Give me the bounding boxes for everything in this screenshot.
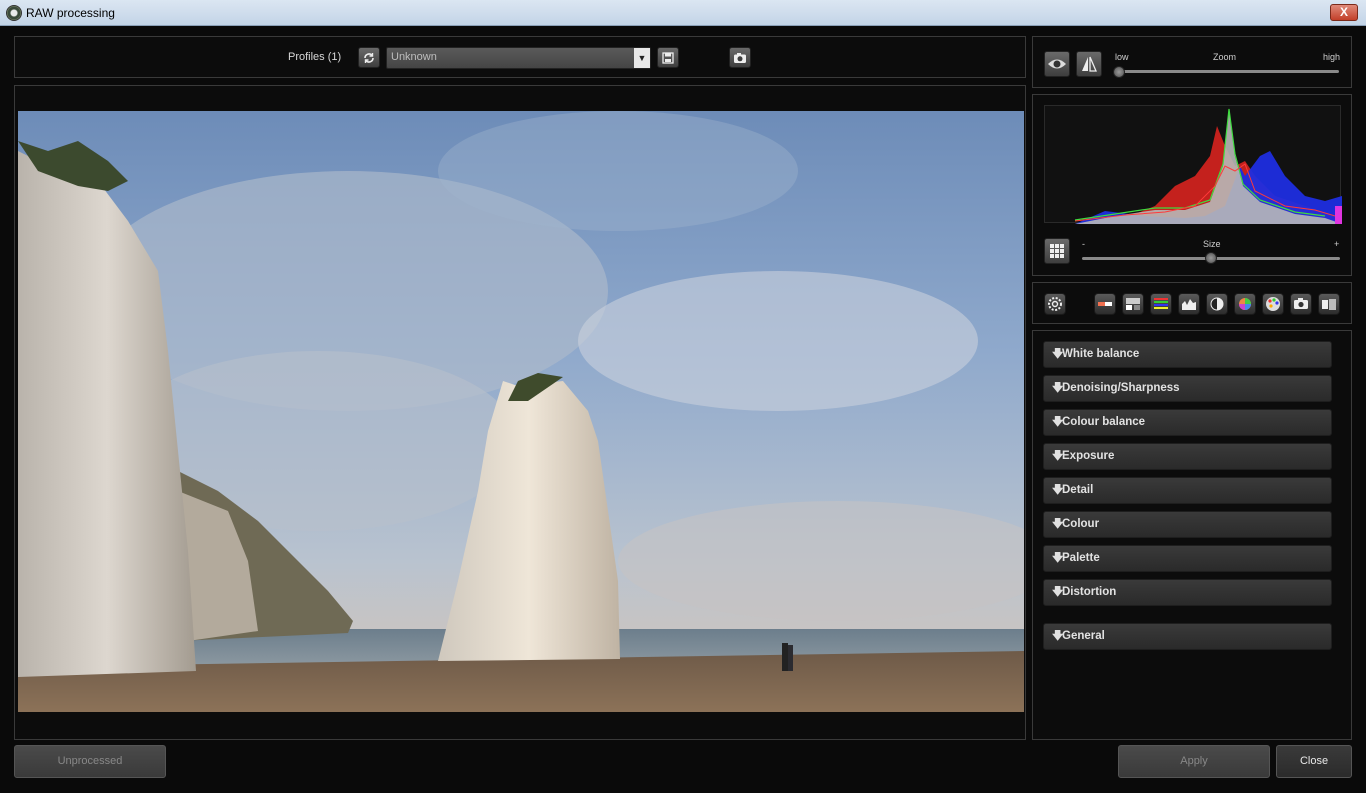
palette-icon [1266, 297, 1280, 311]
section-label: Palette [1062, 552, 1100, 564]
size-slider-knob[interactable] [1205, 252, 1217, 264]
section-distortion[interactable]: 🡇 Distortion [1043, 579, 1332, 606]
camera-icon [1294, 298, 1308, 309]
histogram-chart [1044, 105, 1343, 224]
contrast-icon [1210, 297, 1224, 311]
snapshot-button[interactable] [729, 47, 751, 68]
zoom-high-label: high [1323, 52, 1341, 62]
eye-icon [1048, 59, 1066, 69]
section-label: Detail [1062, 484, 1094, 496]
arrow-down-icon: 🡇 [1052, 484, 1064, 496]
save-profile-button[interactable] [657, 47, 679, 68]
adjustment-sections-panel: 🡇 White balance 🡇 Denoising/Sharpness 🡇 Col… [1032, 330, 1352, 740]
noise-tool-button[interactable] [1122, 293, 1144, 315]
histogram-icon [1182, 299, 1196, 310]
size-label: Size [1203, 239, 1221, 249]
profile-select-value: Unknown [391, 51, 437, 63]
histogram-tool-button[interactable] [1178, 293, 1200, 315]
preview-toggle-button[interactable] [1044, 51, 1070, 77]
chevron-down-icon[interactable]: ▼ [634, 48, 650, 68]
section-colour-balance[interactable]: 🡇 Colour balance [1043, 409, 1332, 436]
image-preview-panel [14, 85, 1026, 740]
noise-icon [1126, 298, 1140, 310]
zoom-slider-track[interactable] [1119, 70, 1339, 73]
gradient-tool-button[interactable] [1094, 293, 1116, 315]
section-label: Colour [1062, 518, 1100, 530]
lens-icon [1322, 299, 1336, 310]
title-bar: RAW processing X [0, 0, 1366, 26]
zoom-low-label: low [1115, 52, 1129, 62]
apply-button[interactable]: Apply [1118, 745, 1270, 778]
profiles-label: Profiles (1) [288, 51, 342, 63]
zoom-slider-knob[interactable] [1113, 66, 1125, 78]
section-label: Exposure [1062, 450, 1115, 462]
gradient-icon [1098, 302, 1112, 306]
arrow-down-icon: 🡇 [1052, 630, 1064, 642]
arrow-down-icon: 🡇 [1052, 348, 1064, 360]
contrast-tool-button[interactable] [1206, 293, 1228, 315]
close-button[interactable]: Close [1276, 745, 1352, 778]
section-label: Distortion [1062, 586, 1117, 598]
window-title: RAW processing [26, 6, 115, 20]
profile-toolbar: Profiles (1) Unknown ▼ [14, 36, 1026, 78]
section-label: Colour balance [1062, 416, 1146, 428]
section-colour[interactable]: 🡇 Colour [1043, 511, 1332, 538]
arrow-down-icon: 🡇 [1052, 416, 1064, 428]
unprocessed-button[interactable]: Unprocessed [14, 745, 166, 778]
lens-tool-button[interactable] [1318, 293, 1340, 315]
size-minus-label: - [1082, 239, 1085, 249]
section-white-balance[interactable]: 🡇 White balance [1043, 341, 1332, 368]
window-close-button[interactable]: X [1330, 4, 1358, 21]
camera-tool-button[interactable] [1290, 293, 1312, 315]
section-denoising-sharpness[interactable]: 🡇 Denoising/Sharpness [1043, 375, 1332, 402]
preview-photo[interactable] [18, 111, 1024, 712]
app-icon [6, 5, 22, 21]
histogram-panel: - Size + [1032, 94, 1352, 276]
section-label: White balance [1062, 348, 1140, 360]
arrow-down-icon: 🡇 [1052, 382, 1064, 394]
histogram-graph [1074, 108, 1343, 224]
palette-tool-button[interactable] [1262, 293, 1284, 315]
arrow-down-icon: 🡇 [1052, 552, 1064, 564]
compare-icon [1082, 56, 1097, 72]
color-wheel-button[interactable] [1234, 293, 1256, 315]
grid-icon [1050, 244, 1064, 258]
section-label: Denoising/Sharpness [1062, 382, 1180, 394]
compare-button[interactable] [1076, 51, 1102, 77]
tools-panel [1032, 282, 1352, 324]
zoom-title: Zoom [1213, 52, 1237, 62]
gear-icon [1048, 297, 1062, 311]
zoom-panel: low Zoom high [1032, 36, 1352, 88]
landscape-photo [18, 111, 1024, 712]
section-label: General [1062, 630, 1105, 642]
profile-select[interactable]: Unknown ▼ [386, 47, 651, 69]
refresh-profiles-button[interactable] [358, 47, 380, 68]
arrow-down-icon: 🡇 [1052, 450, 1064, 462]
section-general[interactable]: 🡇 General [1043, 623, 1332, 650]
size-plus-label: + [1334, 239, 1340, 249]
color-wheel-icon [1239, 298, 1251, 310]
refresh-icon [364, 53, 374, 63]
arrow-down-icon: 🡇 [1052, 518, 1064, 530]
grid-overlay-button[interactable] [1044, 238, 1070, 264]
camera-icon [734, 53, 746, 63]
settings-button[interactable] [1044, 293, 1066, 315]
color-bars-icon [1154, 298, 1168, 309]
section-exposure[interactable]: 🡇 Exposure [1043, 443, 1332, 470]
color-channels-button[interactable] [1150, 293, 1172, 315]
arrow-down-icon: 🡇 [1052, 586, 1064, 598]
section-palette[interactable]: 🡇 Palette [1043, 545, 1332, 572]
save-icon [662, 52, 674, 64]
section-detail[interactable]: 🡇 Detail [1043, 477, 1332, 504]
